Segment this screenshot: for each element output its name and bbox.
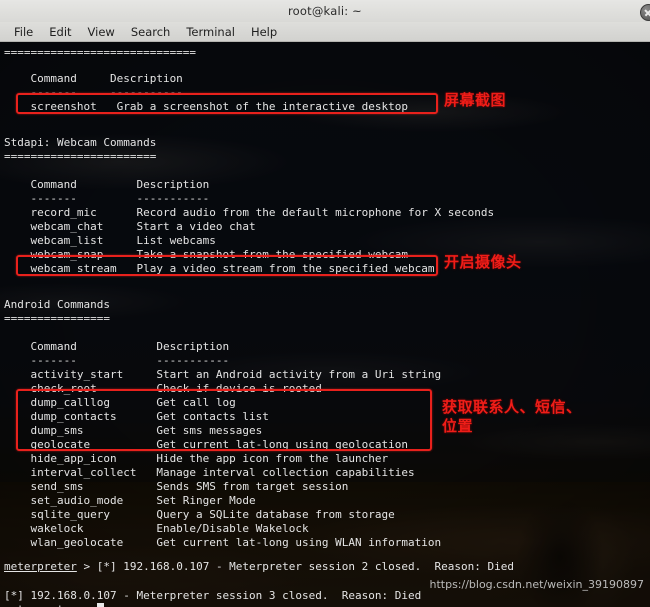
session-2-closed-text: [*] 192.168.0.107 - Meterpreter session … — [96, 560, 514, 573]
prompt-label-2: meterpreter — [4, 603, 77, 607]
menu-item-help[interactable]: Help — [243, 24, 285, 40]
window-title: root@kali: ~ — [287, 4, 363, 18]
terminal-window: root@kali: ~ File Edit View Search Termi… — [0, 0, 650, 607]
text-cursor — [96, 603, 104, 607]
menubar: File Edit View Search Terminal Help — [0, 22, 650, 42]
window-titlebar: root@kali: ~ — [0, 0, 650, 23]
menu-item-file[interactable]: File — [6, 24, 41, 40]
menu-item-edit[interactable]: Edit — [41, 24, 79, 40]
menu-item-terminal[interactable]: Terminal — [178, 24, 243, 40]
prompt-label-1: meterpreter — [4, 560, 77, 573]
prompt-line-1: meterpreter > [*] 192.168.0.107 - Meterp… — [4, 560, 514, 575]
prompt-arrow-2: > — [77, 603, 97, 607]
annotation-screenshot: 屏幕截图 — [444, 91, 507, 109]
watermark: https://blog.csdn.net/weixin_39190897 — [429, 578, 644, 591]
menu-item-view[interactable]: View — [80, 24, 123, 40]
terminal-body[interactable]: ============================= Command De… — [0, 42, 650, 607]
annotation-webcam: 开启摄像头 — [444, 253, 522, 271]
menu-item-search[interactable]: Search — [123, 24, 179, 40]
annotation-android-data: 获取联系人、短信、 位置 — [442, 398, 582, 435]
close-icon[interactable] — [640, 4, 650, 21]
prompt-line-2: meterpreter > — [4, 603, 104, 607]
session-3-closed-text: [*] 192.168.0.107 - Meterpreter session … — [4, 589, 422, 602]
prompt-arrow-1: > — [76, 560, 97, 573]
terminal-prompt-area: meterpreter > [*] 192.168.0.107 - Meterp… — [0, 42, 650, 607]
